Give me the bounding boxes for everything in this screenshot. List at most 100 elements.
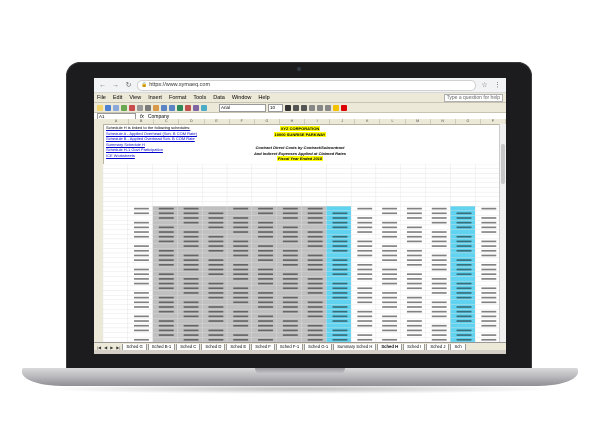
grid-cell[interactable] [326,229,352,235]
grid-cell[interactable] [301,191,327,197]
grid-cell[interactable] [103,313,128,319]
grid-cell[interactable] [127,285,153,291]
grid-cell[interactable] [375,177,401,183]
grid-cell[interactable] [177,191,203,197]
grid-cell[interactable] [226,257,253,263]
forward-icon[interactable]: → [111,81,120,90]
font-name-select[interactable]: Arial [219,103,266,112]
grid-cell[interactable] [226,168,253,174]
grid-cell[interactable] [450,187,476,193]
column-header-e[interactable]: E [205,119,230,124]
grid-cell[interactable] [375,182,401,188]
grid-cell[interactable] [301,224,327,230]
grid-cell[interactable] [276,191,302,197]
grid-cell[interactable] [350,164,377,169]
grid-cell[interactable] [375,215,401,221]
grid-cell[interactable] [301,201,327,207]
tab-next-icon[interactable]: ▶ [109,345,114,350]
grid-cell[interactable] [400,290,426,296]
grid-cell[interactable] [276,266,302,272]
grid-cell[interactable] [425,201,451,207]
grid-cell[interactable] [226,196,253,202]
grid-cell[interactable] [152,182,178,188]
grid-cell[interactable] [350,168,377,174]
draw-icon[interactable] [193,104,199,111]
grid-cell[interactable] [202,252,228,258]
grid-cell[interactable] [400,168,426,174]
grid-cell[interactable] [177,318,203,324]
grid-cell[interactable] [103,276,128,282]
grid-cell[interactable] [251,285,277,291]
grid-cell[interactable] [251,196,277,202]
menu-file[interactable]: File [97,95,106,101]
fill-color-icon[interactable] [333,104,339,111]
grid-cell[interactable] [301,182,327,188]
grid-cell[interactable] [251,177,277,183]
underline-icon[interactable] [301,104,307,111]
grid-cell[interactable] [127,182,153,188]
grid-cell[interactable] [400,201,426,207]
grid-cell[interactable] [152,290,178,296]
grid-cell[interactable] [400,191,426,197]
grid-cell[interactable] [202,177,228,183]
browser-menu-icon[interactable]: ⋮ [493,81,502,90]
grid-cell[interactable] [301,164,327,169]
grid-cell[interactable] [226,164,253,169]
column-header-f[interactable]: F [230,119,255,124]
grid-cell[interactable] [103,295,128,300]
save-icon[interactable] [105,104,111,111]
grid-cell[interactable] [450,252,476,258]
grid-cell[interactable] [202,299,228,305]
grid-cell[interactable] [152,266,178,272]
font-color-icon[interactable] [341,104,347,111]
grid-cell[interactable] [103,285,128,291]
grid-cell[interactable] [103,215,128,221]
menu-view[interactable]: View [129,95,141,101]
paste-icon[interactable] [153,104,159,111]
grid-cell[interactable] [103,257,128,263]
grid-cell[interactable] [127,187,153,193]
grid-cell[interactable] [103,191,128,197]
grid-cell[interactable] [475,191,500,197]
grid-cell[interactable] [400,187,426,193]
grid-cell[interactable] [251,262,277,268]
column-header-o[interactable]: O [456,119,481,124]
menu-help[interactable]: Help [258,95,269,101]
grid-cell[interactable] [375,309,401,315]
spell-icon[interactable] [129,104,135,111]
grid-cell[interactable] [226,327,253,333]
grid-cell[interactable] [425,224,451,230]
column-header-m[interactable]: M [406,119,431,124]
menu-window[interactable]: Window [232,95,252,101]
grid-cell[interactable] [251,309,277,315]
grid-cell[interactable] [251,168,277,174]
grid-cell[interactable] [251,238,277,244]
grid-cell[interactable] [475,187,500,193]
grid-cell[interactable] [375,285,401,291]
grid-cell[interactable] [152,220,178,226]
grid-cell[interactable] [226,173,253,179]
grid-cell[interactable] [177,187,203,193]
grid-cell[interactable] [152,196,178,202]
grid-cell[interactable] [450,182,476,188]
grid-cell[interactable] [103,177,128,183]
grid-cell[interactable] [350,182,377,188]
grid-cell[interactable] [226,182,253,188]
grid-cell[interactable] [450,229,476,235]
preview-icon[interactable] [121,104,127,111]
grid-cell[interactable] [103,266,128,272]
column-header-b[interactable]: B [129,119,155,124]
grid-cell[interactable] [400,243,426,249]
grid-cell[interactable] [103,318,128,324]
grid-cell[interactable] [350,280,377,286]
grid-cell[interactable] [177,173,203,179]
menu-edit[interactable]: Edit [113,95,122,101]
grid-cell[interactable] [103,290,128,296]
grid-cell[interactable] [475,234,500,240]
grid-cell[interactable] [425,271,451,277]
chart-icon[interactable] [185,104,191,111]
grid-cell[interactable] [103,173,128,179]
grid-cell[interactable] [251,182,277,188]
grid-cell[interactable] [326,164,352,169]
grid-cell[interactable] [226,280,253,286]
